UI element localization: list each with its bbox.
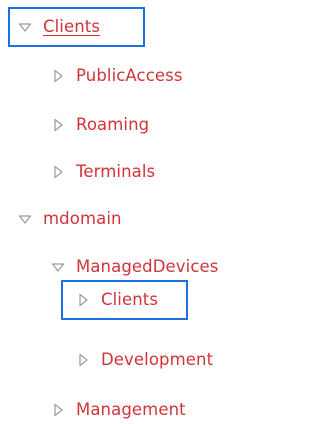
tree-node-label: Development <box>101 350 214 369</box>
tree-node-roaming[interactable]: Roaming <box>51 111 149 139</box>
tree-node-development[interactable]: Development <box>76 346 213 374</box>
tree-node-label: Roaming <box>76 115 150 134</box>
tree-node-label: Clients <box>43 17 101 36</box>
tree-node-label: Clients <box>101 290 159 309</box>
tree-node-clients-root[interactable]: Clients <box>18 13 100 41</box>
triangle-collapsed-icon[interactable] <box>51 118 65 132</box>
tree-node-label: ManagedDevices <box>76 257 219 276</box>
triangle-expanded-icon[interactable] <box>18 212 32 226</box>
tree-node-terminals[interactable]: Terminals <box>51 158 155 186</box>
tree-node-management[interactable]: Management <box>51 396 186 424</box>
tree-node-manageddevices[interactable]: ManagedDevices <box>51 253 218 281</box>
triangle-collapsed-icon[interactable] <box>51 165 65 179</box>
triangle-expanded-icon[interactable] <box>51 260 65 274</box>
triangle-collapsed-icon[interactable] <box>51 403 65 417</box>
tree-node-publicaccess[interactable]: PublicAccess <box>51 62 183 90</box>
triangle-collapsed-icon[interactable] <box>51 69 65 83</box>
tree-node-label: mdomain <box>43 209 122 228</box>
tree-node-label: Terminals <box>76 162 156 181</box>
tree-node-label: Management <box>76 400 186 419</box>
tree-node-label: PublicAccess <box>76 66 183 85</box>
triangle-expanded-icon[interactable] <box>18 20 32 34</box>
triangle-collapsed-icon[interactable] <box>76 353 90 367</box>
tree-node-mdomain[interactable]: mdomain <box>18 205 122 233</box>
tree-node-clients-nested[interactable]: Clients <box>76 286 158 314</box>
triangle-collapsed-icon[interactable] <box>76 293 90 307</box>
